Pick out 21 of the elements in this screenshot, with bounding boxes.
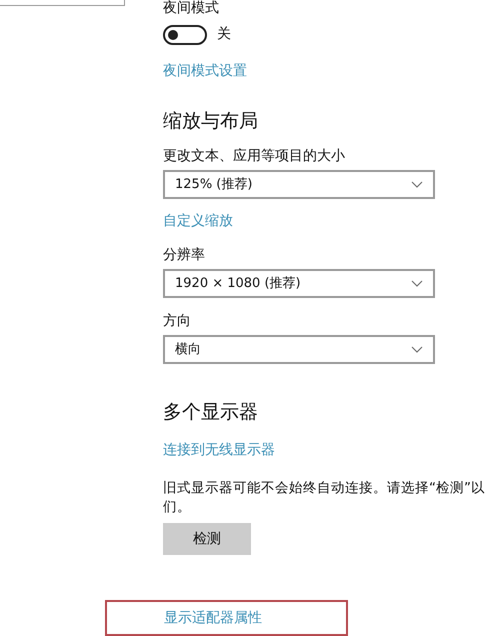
setting-label: 方向 [163,312,192,330]
toggle-switch[interactable] [163,24,207,44]
dropdown[interactable]: 125% (推荐) [163,170,435,199]
dropdown[interactable]: 1920 × 1080 (推荐) [163,269,435,298]
toggle-state-label: 关 [217,25,231,44]
section-heading: 多个显示器 [163,400,259,424]
dropdown[interactable]: 横向 [163,335,435,364]
chevron-down-icon [411,346,423,354]
info-text: 旧式显示器可能不会始终自动连接。请选择“检测”以 [163,479,486,498]
setting-label: 分辨率 [163,246,206,264]
night-mode-settings-link[interactable]: 夜间模式设置 [163,61,247,82]
custom-scaling-link[interactable]: 自定义缩放 [163,211,233,232]
section-heading: 缩放与布局 [163,109,259,133]
setting-label: 更改文本、应用等项目的大小 [163,147,346,165]
wireless-display-link[interactable]: 连接到无线显示器 [163,440,275,461]
info-text: 们。 [163,498,192,517]
detect-button[interactable]: 检测 [163,523,251,555]
chevron-down-icon [411,180,423,188]
chevron-down-icon [411,280,423,288]
adapter-properties-link[interactable]: 显示适配器属性 [164,608,262,628]
night-mode-label: 夜间模式 [163,0,220,16]
